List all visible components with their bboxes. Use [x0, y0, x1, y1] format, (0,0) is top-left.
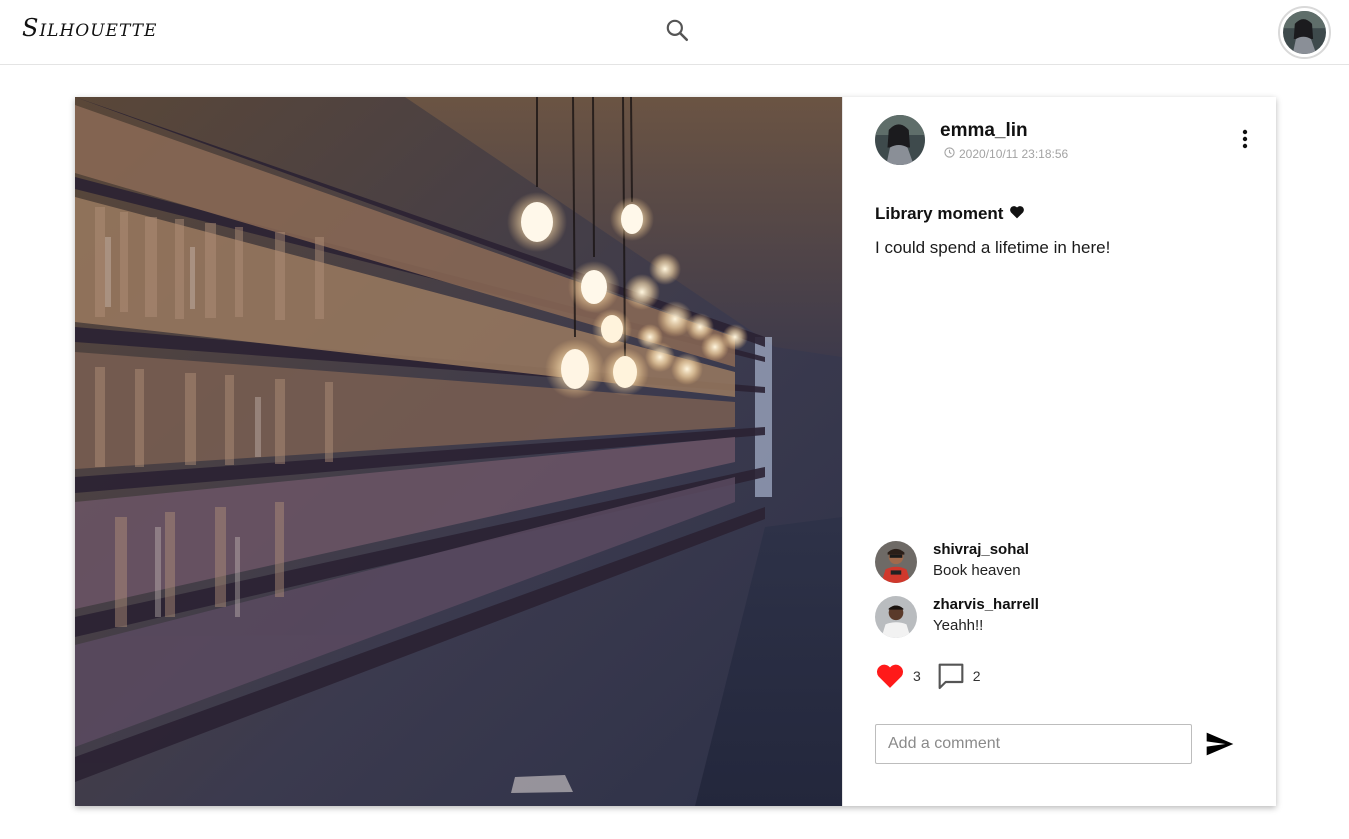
caption-title-text: Library moment: [875, 204, 1004, 223]
caption-text: I could spend a lifetime in here!: [875, 238, 1111, 257]
commenter-username[interactable]: zharvis_harrell: [933, 596, 1039, 613]
search-icon[interactable]: [664, 17, 690, 43]
more-options-icon[interactable]: [1235, 127, 1255, 151]
comment-text: Yeahh!!: [933, 617, 984, 634]
post-timestamp: 2020/10/11 23:18:56: [944, 147, 1068, 161]
add-comment-input[interactable]: [875, 724, 1192, 764]
commenter-username[interactable]: shivraj_sohal: [933, 541, 1029, 558]
timestamp-text: 2020/10/11 23:18:56: [959, 147, 1069, 161]
profile-avatar-button[interactable]: [1278, 6, 1331, 59]
author-avatar[interactable]: [875, 115, 925, 165]
comment-item: zharvis_harrell Yeahh!!: [875, 596, 1255, 640]
comment-bubble-icon[interactable]: [935, 660, 967, 692]
post-card: emma_lin 2020/10/11 23:18:56 Library mom…: [75, 97, 1276, 806]
heart-emoji-icon: [1009, 204, 1025, 224]
send-icon[interactable]: [1204, 728, 1236, 760]
profile-avatar-image: [1283, 11, 1326, 54]
caption-title: Library moment: [875, 204, 1025, 224]
comment-text: Book heaven: [933, 562, 1021, 579]
comment-item: shivraj_sohal Book heaven: [875, 541, 1255, 585]
author-username[interactable]: emma_lin: [940, 120, 1028, 142]
brand-logo[interactable]: Silhouette: [22, 14, 157, 42]
clock-icon: [944, 147, 955, 161]
like-heart-icon[interactable]: [875, 661, 905, 691]
commenter-avatar[interactable]: [875, 596, 917, 638]
commenter-avatar[interactable]: [875, 541, 917, 583]
post-image: [75, 97, 842, 806]
post-actions: 3 2: [875, 660, 981, 692]
post-details-panel: emma_lin 2020/10/11 23:18:56 Library mom…: [842, 97, 1276, 806]
like-count: 3: [913, 668, 921, 684]
comment-count: 2: [972, 668, 981, 684]
top-navbar: Silhouette: [0, 0, 1349, 65]
